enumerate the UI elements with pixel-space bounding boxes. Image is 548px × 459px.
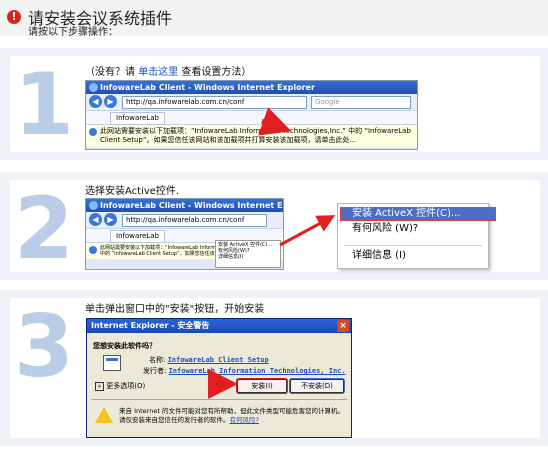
search-field: Google bbox=[311, 96, 411, 109]
publisher-value[interactable]: InfowareLab Information Technologies, In… bbox=[169, 367, 346, 375]
dialog-question: 您想安装此软件吗？ bbox=[93, 342, 156, 350]
expand-icon: » bbox=[95, 381, 104, 391]
details-menu-item[interactable]: 详细信息 (I) bbox=[340, 249, 496, 263]
step-number: 3 bbox=[14, 297, 74, 397]
mini-context-menu: 安装 ActiveX 控件(C)... 有何风险(W)? 详细信息(I) bbox=[215, 240, 281, 268]
step-3-instruction: 单击弹出窗口中的"安装"按钮，开始安装 bbox=[85, 304, 265, 315]
tab-bar: InfowareLab bbox=[86, 111, 417, 125]
browser-tab: InfowareLab bbox=[110, 230, 165, 243]
program-icon bbox=[103, 355, 121, 371]
step-number: 1 bbox=[14, 55, 74, 155]
back-icon: ◀ bbox=[89, 95, 102, 108]
browser-titlebar: InfowareLab Client - Windows Internet Ex… bbox=[86, 199, 283, 212]
ie-icon bbox=[89, 201, 98, 210]
url-field: http://qa.infowarelab.com.cn/conf bbox=[122, 96, 307, 109]
dont-install-button[interactable]: 不安装(D) bbox=[290, 379, 344, 393]
menu-divider bbox=[344, 245, 482, 246]
more-options-toggle[interactable]: » 更多选项(O) bbox=[95, 381, 145, 391]
info-bar: 此网站需要安装以下加载项：“InfowareLab Information Te… bbox=[86, 125, 417, 147]
dialog-divider bbox=[91, 399, 347, 400]
publisher-row: 发行者: InfowareLab Information Technologie… bbox=[143, 367, 346, 375]
browser-screenshot: InfowareLab Client - Windows Internet Ex… bbox=[85, 80, 418, 150]
install-button[interactable]: 安装(I) bbox=[237, 379, 287, 393]
security-warning-dialog: Internet Explorer - 安全警告 × 您想安装此软件吗？ 名称:… bbox=[86, 318, 352, 438]
install-activex-menu-item[interactable]: 安装 ActiveX 控件(C)... bbox=[340, 207, 496, 221]
warning-text: 来自 Internet 的文件可能对您有所帮助，但此文件类型可能危害您的计算机。… bbox=[119, 407, 344, 424]
risk-link[interactable]: 有何风险? bbox=[230, 416, 259, 424]
address-bar: ◀ ▶ http://qa.infowarelab.com.cn/conf Go… bbox=[86, 94, 417, 111]
address-bar: ◀ ▶ http://qa.infowarelab.com.cn/conf bbox=[86, 212, 283, 229]
click-here-link[interactable]: 单击这里 bbox=[138, 67, 178, 78]
browser-tab: InfowareLab bbox=[110, 112, 165, 125]
step-1-panel: 1 （没有？请 单击这里 查看设置方法） InfowareLab Client … bbox=[0, 48, 548, 160]
step-2-instruction: 选择安装Active控件. bbox=[85, 186, 180, 197]
step-number: 2 bbox=[14, 179, 74, 279]
url-field: http://qa.infowarelab.com.cn/conf bbox=[122, 214, 267, 227]
info-icon bbox=[89, 246, 97, 254]
what-risk-menu-item[interactable]: 有何风险 (W)? bbox=[340, 222, 496, 236]
step-1-instruction: （没有？请 单击这里 查看设置方法） bbox=[85, 67, 252, 78]
back-icon: ◀ bbox=[89, 213, 102, 226]
close-icon[interactable]: × bbox=[337, 320, 349, 332]
context-menu: 安装 ActiveX 控件(C)... 有何风险 (W)? 详细信息 (I) bbox=[337, 203, 496, 269]
name-value[interactable]: InfowareLab Client Setup bbox=[168, 356, 269, 364]
page-header: ! 请安装会议系统插件 请按以下步骤操作： bbox=[0, 0, 548, 38]
alert-icon: ! bbox=[7, 10, 21, 24]
dialog-titlebar: Internet Explorer - 安全警告 × bbox=[87, 319, 351, 333]
ie-icon bbox=[89, 83, 98, 92]
forward-icon: ▶ bbox=[104, 95, 117, 108]
info-icon bbox=[89, 128, 97, 136]
page-subtitle: 请按以下步骤操作： bbox=[28, 27, 118, 38]
forward-icon: ▶ bbox=[104, 213, 117, 226]
warning-shield-icon bbox=[95, 407, 113, 423]
name-row: 名称: InfowareLab Client Setup bbox=[149, 356, 269, 364]
browser-titlebar: InfowareLab Client - Windows Internet Ex… bbox=[86, 81, 417, 94]
